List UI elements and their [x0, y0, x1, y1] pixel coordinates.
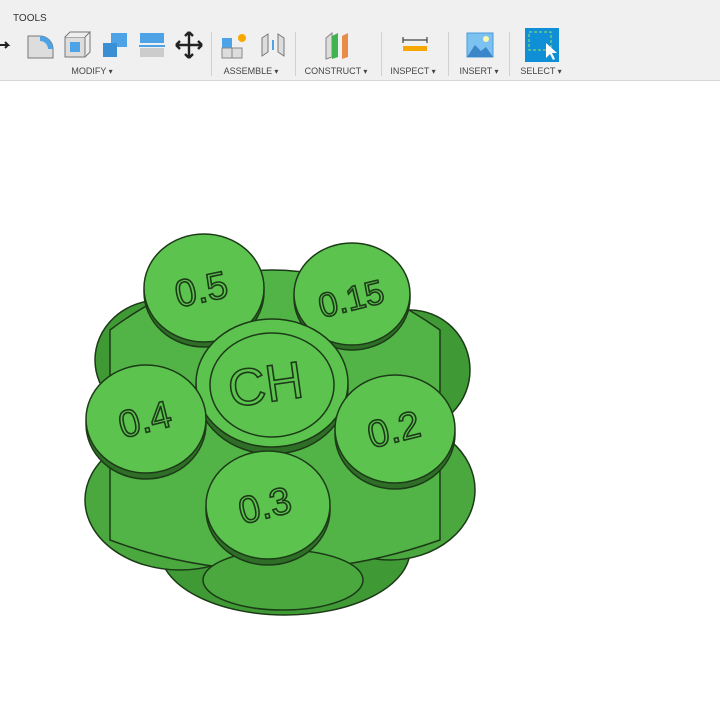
tools-tab-label[interactable]: TOOLS [13, 13, 47, 24]
assemble-menu[interactable]: ASSEMBLE [224, 66, 279, 76]
new-component-icon[interactable] [220, 30, 250, 60]
gauge-model: 0.5 0.15 CH 0.4 0.2 0.3 [84, 233, 476, 616]
modify-menu[interactable]: MODIFY [71, 66, 112, 76]
divider [448, 32, 449, 76]
select-icon[interactable] [525, 28, 559, 62]
move-icon[interactable] [174, 30, 204, 60]
coin-label: CH [224, 351, 306, 419]
offset-plane-icon[interactable] [322, 30, 352, 60]
combine-icon[interactable] [100, 30, 130, 60]
divider [509, 32, 510, 76]
inspect-menu[interactable]: INSPECT [390, 66, 435, 76]
split-face-icon[interactable] [137, 30, 167, 60]
divider [381, 32, 382, 76]
select-menu[interactable]: SELECT [520, 66, 561, 76]
fillet-icon[interactable] [25, 30, 55, 60]
joint-icon[interactable] [258, 30, 288, 60]
shell-icon[interactable] [62, 30, 92, 60]
insert-image-icon[interactable] [465, 30, 495, 60]
push-pull-icon[interactable] [0, 30, 16, 60]
measure-icon[interactable] [400, 30, 430, 60]
construct-menu[interactable]: CONSTRUCT [305, 66, 368, 76]
canvas-viewport[interactable]: 0.5 0.15 CH 0.4 0.2 0.3 [0, 81, 720, 720]
toolbar: TOOLS MODIFY ASSEMBLE CONSTRUCT INSPECT … [0, 0, 720, 81]
insert-menu[interactable]: INSERT [459, 66, 498, 76]
divider [211, 32, 212, 76]
divider [295, 32, 296, 76]
